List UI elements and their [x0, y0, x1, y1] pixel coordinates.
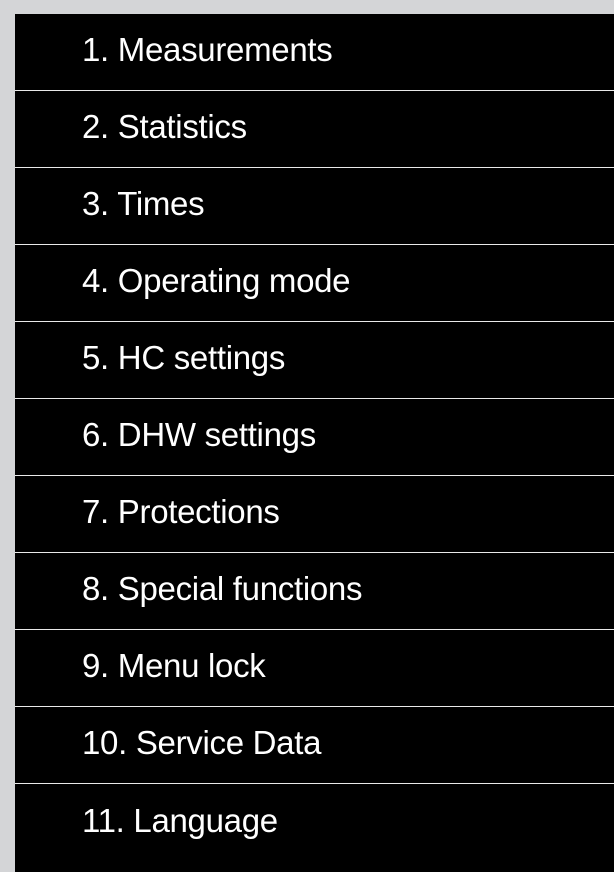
menu-item-label: 10. Service Data: [82, 724, 322, 761]
menu-item-label: 8. Special functions: [82, 570, 363, 607]
menu-item-statistics[interactable]: 2. Statistics: [15, 91, 614, 168]
menu-item-protections[interactable]: 7. Protections: [15, 476, 614, 553]
menu-item-label: 6. DHW settings: [82, 416, 316, 453]
menu-item-label: 3. Times: [82, 185, 205, 222]
menu-item-label: 4. Operating mode: [82, 262, 351, 299]
menu-item-operating-mode[interactable]: 4. Operating mode: [15, 245, 614, 322]
menu-item-label: 9. Menu lock: [82, 647, 266, 684]
menu-item-service-data[interactable]: 10. Service Data: [15, 707, 614, 784]
menu-item-label: 5. HC settings: [82, 339, 286, 376]
screen-frame: 1. Measurements 2. Statistics 3. Times 4…: [0, 0, 614, 872]
menu-item-menu-lock[interactable]: 9. Menu lock: [15, 630, 614, 707]
menu-item-hc-settings[interactable]: 5. HC settings: [15, 322, 614, 399]
menu-item-label: 7. Protections: [82, 493, 280, 530]
menu-item-label: 11. Language: [82, 801, 278, 839]
menu-item-label: 2. Statistics: [82, 108, 247, 145]
menu-item-measurements[interactable]: 1. Measurements: [15, 14, 614, 91]
main-menu: 1. Measurements 2. Statistics 3. Times 4…: [15, 14, 614, 872]
menu-item-language[interactable]: 11. Language: [15, 784, 614, 861]
menu-item-special-functions[interactable]: 8. Special functions: [15, 553, 614, 630]
menu-item-label: 1. Measurements: [82, 31, 333, 68]
menu-item-dhw-settings[interactable]: 6. DHW settings: [15, 399, 614, 476]
menu-item-times[interactable]: 3. Times: [15, 168, 614, 245]
